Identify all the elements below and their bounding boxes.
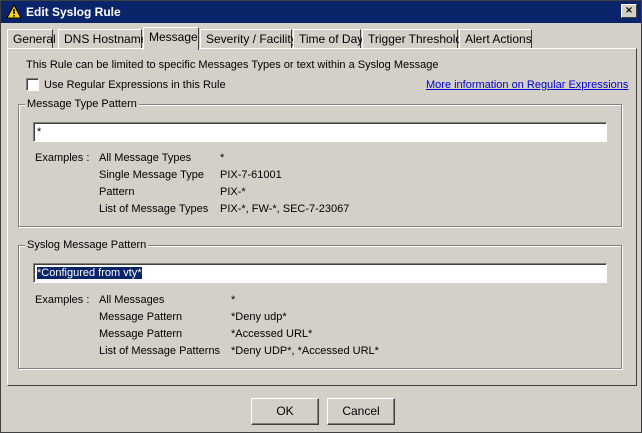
example-value: *Accessed URL* xyxy=(231,328,313,340)
title-bar[interactable]: Edit Syslog Rule × xyxy=(1,1,641,23)
syslog-message-pattern-input[interactable]: *Configured from vty* xyxy=(33,263,607,283)
syslog-examples-label: Examples : xyxy=(35,294,90,306)
example-value: *Deny udp* xyxy=(231,311,287,323)
example-value: PIX-* xyxy=(220,186,246,198)
example-value: PIX-7-61001 xyxy=(220,169,282,181)
syslog-message-group: Syslog Message Pattern *Configured from … xyxy=(18,239,622,369)
intro-text: This Rule can be limited to specific Mes… xyxy=(26,59,439,71)
regex-checkbox[interactable] xyxy=(26,78,39,91)
example-name: All Messages xyxy=(99,294,165,306)
tab-general[interactable]: General xyxy=(7,29,56,49)
selected-pattern-text: *Configured from vty* xyxy=(37,267,142,279)
type-examples-label: Examples : xyxy=(35,152,90,164)
example-value: *Deny UDP*, *Accessed URL* xyxy=(231,345,379,357)
warning-icon xyxy=(6,4,22,19)
message-type-pattern-input[interactable]: * xyxy=(33,122,607,142)
example-value: * xyxy=(231,294,236,306)
message-type-group-title: Message Type Pattern xyxy=(25,98,139,110)
tab-trigger-threshold[interactable]: Trigger Threshold xyxy=(362,29,462,49)
message-tab-panel: This Rule can be limited to specific Mes… xyxy=(7,48,637,386)
tab-alert-actions[interactable]: Alert Actions xyxy=(459,29,532,49)
tab-message[interactable]: Message xyxy=(143,27,199,50)
example-value: PIX-*, FW-*, SEC-7-23067 xyxy=(220,203,350,215)
example-name: All Message Types xyxy=(99,152,192,164)
ok-button[interactable]: OK xyxy=(251,398,319,425)
message-type-group: Message Type Pattern * Examples : All Me… xyxy=(18,98,622,227)
example-name: Pattern xyxy=(99,186,135,198)
tab-dns-hostname[interactable]: DNS Hostname xyxy=(58,29,147,49)
example-value: * xyxy=(220,152,225,164)
close-icon: × xyxy=(624,5,634,16)
example-name: Message Pattern xyxy=(99,311,183,323)
window-title: Edit Syslog Rule xyxy=(26,5,121,19)
syslog-message-group-title: Syslog Message Pattern xyxy=(25,239,149,251)
tab-severity-facility[interactable]: Severity / Facility xyxy=(200,29,297,49)
cancel-button[interactable]: Cancel xyxy=(327,398,395,425)
tab-time-of-day[interactable]: Time of Day xyxy=(293,29,363,49)
example-name: List of Message Types xyxy=(99,203,209,215)
close-button[interactable]: × xyxy=(621,4,637,18)
example-name: Single Message Type xyxy=(99,169,204,181)
example-name: Message Pattern xyxy=(99,328,183,340)
regex-checkbox-label[interactable]: Use Regular Expressions in this Rule xyxy=(44,79,226,91)
example-name: List of Message Patterns xyxy=(99,345,221,357)
regex-info-link[interactable]: More information on Regular Expressions xyxy=(426,79,628,91)
edit-syslog-rule-dialog: Edit Syslog Rule × General DNS Hostname … xyxy=(0,0,642,433)
